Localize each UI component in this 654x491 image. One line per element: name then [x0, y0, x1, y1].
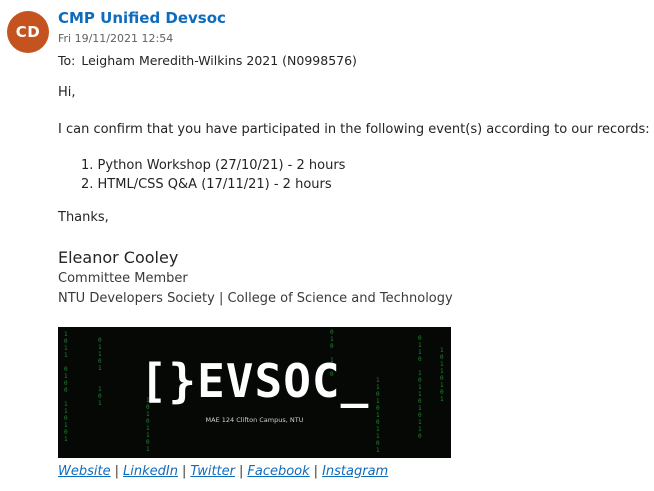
website-link[interactable]: Website [58, 464, 111, 479]
signature-organization: NTU Developers Society | College of Scie… [58, 291, 453, 306]
link-separator: | [114, 464, 119, 479]
link-separator: | [181, 464, 187, 479]
event-item: 2. HTML/CSS Q&A (17/11/21) - 2 hours [81, 177, 332, 192]
banner-address: MAE 124 Clifton Campus, NTU [205, 416, 304, 424]
event-list: 1. Python Workshop (27/10/21) - 2 hours … [81, 156, 345, 194]
greeting: Hi, [58, 85, 76, 100]
link-separator: | [313, 464, 319, 479]
link-separator: | [239, 464, 244, 479]
recipient-name[interactable]: Leigham Meredith-Wilkins 2021 (N0998576) [81, 53, 357, 68]
twitter-link[interactable]: Twitter [190, 464, 235, 479]
signature-name: Eleanor Cooley [58, 248, 179, 267]
closing-text: Thanks, [58, 210, 109, 225]
event-item: 1. Python Workshop (27/10/21) - 2 hours [81, 158, 346, 173]
signature-links: Website | LinkedIn | Twitter | Facebook | Instag… [58, 464, 388, 479]
recipient-line: To: Leigham Meredith-Wilkins 2021 (N09985… [58, 53, 357, 68]
to-label: To: [58, 53, 76, 68]
devsoc-logo: [}EVSOC_ [139, 354, 370, 408]
instagram-link[interactable]: Instagram [322, 464, 388, 479]
sender-name[interactable]: CMP Unified Devsoc [58, 9, 226, 27]
linkedin-link[interactable]: LinkedIn [123, 464, 178, 479]
intro-text: I can confirm that you have participated… [58, 122, 650, 137]
signature-role: Committee Member [58, 271, 188, 286]
devsoc-banner-image: 1 0 1 1 0 1 0 0 1 1 0 1 0 1 0 1 1 0 1 1 … [58, 327, 451, 458]
sender-avatar[interactable]: CD [7, 11, 49, 53]
facebook-link[interactable]: Facebook [247, 464, 309, 479]
email-date: Fri 19/11/2021 12:54 [58, 32, 174, 45]
